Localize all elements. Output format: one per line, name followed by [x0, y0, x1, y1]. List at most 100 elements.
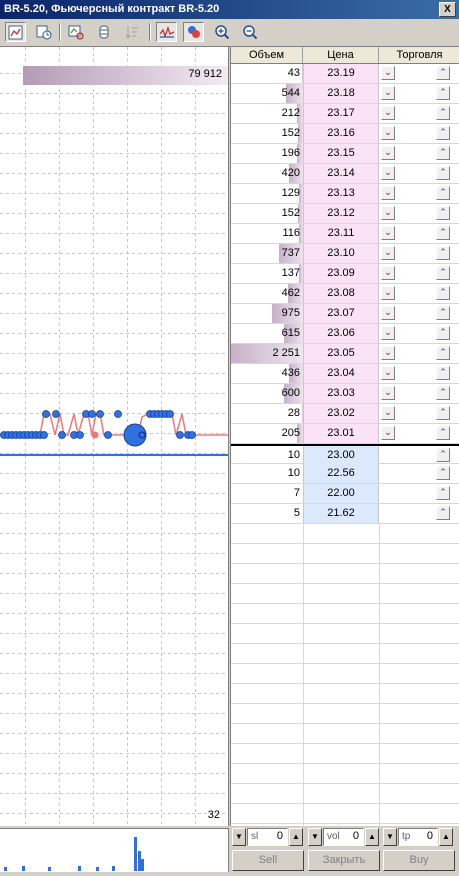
- buy-limit-button[interactable]: ⌃: [436, 346, 450, 360]
- price-cell[interactable]: 23.17: [303, 104, 379, 123]
- price-cell[interactable]: 23.18: [303, 84, 379, 103]
- price-cell[interactable]: 23.03: [303, 384, 379, 403]
- sell-limit-button[interactable]: ⌄: [381, 386, 395, 400]
- buy-limit-button[interactable]: ⌃: [436, 426, 450, 440]
- price-cell[interactable]: 23.10: [303, 244, 379, 263]
- buy-limit-button[interactable]: ⌃: [436, 448, 450, 462]
- close-button[interactable]: X: [439, 2, 456, 17]
- volume-cell: 544: [231, 84, 303, 103]
- price-cell[interactable]: 23.04: [303, 364, 379, 383]
- sell-limit-button[interactable]: ⌄: [381, 106, 395, 120]
- ask-row: 544 23.18 ⌄ ⌃: [231, 84, 459, 104]
- volume-value: 152: [281, 207, 300, 219]
- buy-limit-button[interactable]: ⌃: [436, 266, 450, 280]
- buy-limit-button[interactable]: ⌃: [436, 86, 450, 100]
- buy-limit-button[interactable]: ⌃: [436, 146, 450, 160]
- sell-limit-button[interactable]: ⌄: [381, 406, 395, 420]
- sl-up-button[interactable]: ▲: [289, 828, 303, 846]
- ticks-button[interactable]: [183, 22, 204, 42]
- price-cell[interactable]: 23.02: [303, 404, 379, 423]
- price-cell[interactable]: 23.13: [303, 184, 379, 203]
- price-cell[interactable]: 23.11: [303, 224, 379, 243]
- tp-down-button[interactable]: ▼: [383, 828, 397, 846]
- price-cell[interactable]: 23.19: [303, 64, 379, 83]
- buy-limit-button[interactable]: ⌃: [436, 326, 450, 340]
- trade-cell: ⌄ ⌃: [379, 404, 459, 423]
- buy-limit-button[interactable]: ⌃: [436, 186, 450, 200]
- tick-chart[interactable]: 79 912 32: [0, 47, 229, 826]
- price-cell[interactable]: 23.15: [303, 144, 379, 163]
- sell-limit-button[interactable]: ⌄: [381, 266, 395, 280]
- cylinder-button[interactable]: [93, 22, 114, 42]
- header-trade[interactable]: Торговля: [379, 47, 459, 63]
- zoom-in-button[interactable]: [211, 22, 232, 42]
- price-cell[interactable]: 23.14: [303, 164, 379, 183]
- bid-row: 10 23.00 ⌃: [231, 444, 459, 465]
- large-trade-circle: [123, 423, 147, 447]
- sell-button[interactable]: Sell: [232, 850, 304, 871]
- price-cell[interactable]: 23.01: [303, 424, 379, 443]
- header-volume[interactable]: Объем: [231, 47, 303, 63]
- price-cell[interactable]: 22.56: [303, 464, 379, 483]
- sell-limit-button[interactable]: ⌄: [381, 126, 395, 140]
- sell-limit-button[interactable]: ⌄: [381, 306, 395, 320]
- clock-button[interactable]: [33, 22, 54, 42]
- buy-limit-button[interactable]: ⌃: [436, 166, 450, 180]
- buy-limit-button[interactable]: ⌃: [436, 246, 450, 260]
- sell-limit-button[interactable]: ⌄: [381, 346, 395, 360]
- sell-limit-button[interactable]: ⌄: [381, 146, 395, 160]
- buy-limit-button[interactable]: ⌃: [436, 106, 450, 120]
- sort-button[interactable]: [121, 22, 142, 42]
- sell-limit-button[interactable]: ⌄: [381, 366, 395, 380]
- sell-limit-button[interactable]: ⌄: [381, 206, 395, 220]
- sell-limit-button[interactable]: ⌄: [381, 426, 395, 440]
- vol-down-button[interactable]: ▼: [308, 828, 322, 846]
- price-cell[interactable]: 23.08: [303, 284, 379, 303]
- chart-settings-button[interactable]: [5, 22, 26, 42]
- tp-field[interactable]: tp 0: [398, 828, 438, 846]
- price-cell[interactable]: 23.05: [303, 344, 379, 363]
- price-cell[interactable]: 23.12: [303, 204, 379, 223]
- price-cell[interactable]: 23.16: [303, 124, 379, 143]
- buy-limit-button[interactable]: ⌃: [436, 206, 450, 220]
- sell-limit-button[interactable]: ⌄: [381, 226, 395, 240]
- line-chart-button[interactable]: [156, 22, 177, 42]
- vol-up-button[interactable]: ▲: [365, 828, 379, 846]
- buy-limit-button[interactable]: ⌃: [436, 506, 450, 520]
- volume-cell: 600: [231, 384, 303, 403]
- buy-limit-button[interactable]: ⌃: [436, 226, 450, 240]
- sell-limit-button[interactable]: ⌄: [381, 326, 395, 340]
- buy-limit-button[interactable]: ⌃: [436, 466, 450, 480]
- toolbar-separator: [59, 23, 61, 41]
- buy-limit-button[interactable]: ⌃: [436, 306, 450, 320]
- buy-button[interactable]: Buy: [383, 850, 455, 871]
- price-cell[interactable]: 23.06: [303, 324, 379, 343]
- buy-limit-button[interactable]: ⌃: [436, 406, 450, 420]
- buy-limit-button[interactable]: ⌃: [436, 486, 450, 500]
- tp-up-button[interactable]: ▲: [439, 828, 453, 846]
- price-cell[interactable]: 23.00: [303, 446, 379, 465]
- sell-limit-button[interactable]: ⌄: [381, 166, 395, 180]
- buy-limit-button[interactable]: ⌃: [436, 66, 450, 80]
- sell-limit-button[interactable]: ⌄: [381, 66, 395, 80]
- vol-field[interactable]: vol 0: [323, 828, 364, 846]
- price-cell[interactable]: 21.62: [303, 504, 379, 523]
- volume-value: 10: [287, 449, 300, 461]
- price-cell[interactable]: 23.07: [303, 304, 379, 323]
- price-cell[interactable]: 22.00: [303, 484, 379, 503]
- sell-limit-button[interactable]: ⌄: [381, 286, 395, 300]
- zoom-out-button[interactable]: [239, 22, 260, 42]
- sell-limit-button[interactable]: ⌄: [381, 186, 395, 200]
- buy-limit-button[interactable]: ⌃: [436, 126, 450, 140]
- buy-limit-button[interactable]: ⌃: [436, 386, 450, 400]
- refresh-chart-button[interactable]: [65, 22, 86, 42]
- sell-limit-button[interactable]: ⌄: [381, 246, 395, 260]
- price-cell[interactable]: 23.09: [303, 264, 379, 283]
- header-price[interactable]: Цена: [303, 47, 379, 63]
- buy-limit-button[interactable]: ⌃: [436, 366, 450, 380]
- buy-limit-button[interactable]: ⌃: [436, 286, 450, 300]
- close-position-button[interactable]: Закрыть: [308, 850, 380, 871]
- sell-limit-button[interactable]: ⌄: [381, 86, 395, 100]
- sl-down-button[interactable]: ▼: [232, 828, 246, 846]
- sl-field[interactable]: sl 0: [247, 828, 288, 846]
